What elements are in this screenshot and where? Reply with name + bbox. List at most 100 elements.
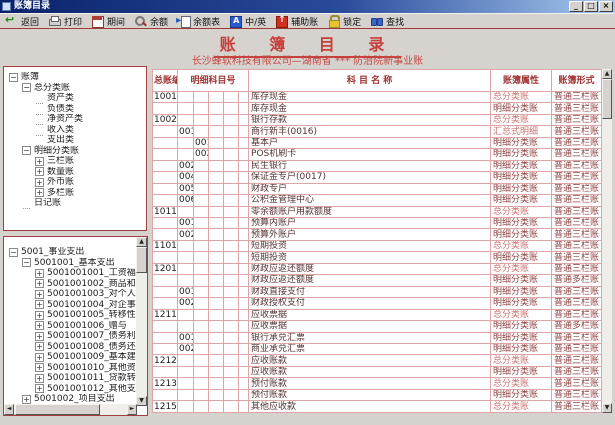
books-tree-item[interactable]: 净资产类 [6, 114, 146, 126]
collapse-box-icon[interactable]: − [9, 72, 18, 82]
expand-box-icon[interactable]: + [35, 384, 44, 394]
expand-box-icon[interactable]: + [35, 321, 44, 331]
table-row[interactable]: 1011 零余额账户用款额度 总分类账 普通三栏账 [152, 205, 603, 219]
books-tree-item[interactable]: 支出类 [6, 135, 146, 147]
table-row[interactable]: 1002 银行存款 总分类账 普通三栏账 [152, 113, 603, 127]
subjects-tree-item[interactable]: +5001001012_其他支出 [6, 384, 147, 395]
subjects-tree-item[interactable]: +5001001006_赠与 [6, 321, 147, 332]
books-tree-item[interactable]: − 明细分类账 [6, 146, 146, 157]
subjects-vertical-scrollbar[interactable]: ▲ ▼ [136, 237, 147, 406]
expand-box-icon[interactable]: + [35, 363, 44, 373]
toolbar-button-balance-sheet[interactable]: 余额表 [176, 14, 220, 28]
expand-box-icon[interactable]: + [22, 394, 31, 404]
expand-box-icon[interactable]: + [35, 279, 44, 289]
scrollbar-thumb[interactable] [15, 404, 100, 415]
expand-box-icon[interactable]: + [35, 188, 44, 198]
books-tree-item[interactable]: + 数量账 [6, 167, 146, 178]
scroll-up-icon[interactable]: ▲ [602, 69, 612, 79]
subjects-tree-item[interactable]: +5001001004_对企事业单 [6, 300, 147, 311]
table-row[interactable]: 1001 库存现金 总分类账 普通三栏账 [152, 90, 603, 104]
books-tree-item[interactable]: 资产类 [6, 93, 146, 105]
table-row[interactable]: 002 财政授权支付明细分类账普通三栏账 [152, 297, 603, 310]
table-row[interactable]: 1215 其他应收款 总分类账 普通三栏账 [152, 400, 603, 413]
expand-box-icon[interactable]: + [35, 300, 44, 310]
subjects-tree-item[interactable]: +5001001003_对个人和家 [6, 289, 147, 300]
subjects-tree-item[interactable]: +5001001001_工资福利支 [6, 268, 147, 279]
table-row[interactable]: 财政应返还额度 明细分类账 普通多栏账 [152, 274, 603, 287]
books-tree-item[interactable]: 日记账 [6, 198, 146, 210]
expand-box-icon[interactable]: + [35, 352, 44, 362]
books-tree-item[interactable]: 收入类 [6, 125, 146, 136]
expand-box-icon[interactable]: + [35, 289, 44, 299]
scrollbar-thumb[interactable] [602, 79, 612, 119]
subjects-horizontal-scrollbar[interactable]: ◄ ► [4, 404, 137, 415]
table-row[interactable]: 短期投资 明细分类账 普通三栏账 [152, 251, 603, 264]
table-row[interactable]: 1213 预付账款 总分类账 普通三栏账 [152, 377, 603, 390]
toolbar-button-language[interactable]: 中/英 [229, 14, 266, 28]
scroll-right-icon[interactable]: ► [127, 404, 137, 415]
table-row[interactable]: 库存现金 明细分类账 普通三栏账 [152, 102, 603, 115]
table-row[interactable]: 002 预算外账户明细分类账普通三栏账 [152, 228, 603, 241]
toolbar-button-print[interactable]: 打印 [48, 14, 82, 28]
table-row[interactable]: 001 商行新丰(0016)汇总式明细普通三栏账 [152, 125, 603, 138]
window-titlebar[interactable]: 账簿目录 _ □ × [0, 0, 615, 13]
minimize-button[interactable]: _ [569, 1, 583, 12]
collapse-box-icon[interactable]: − [9, 247, 18, 257]
expand-box-icon[interactable]: + [35, 310, 44, 320]
table-row[interactable]: 001 银行承兑汇票明细分类账普通三栏账 [152, 331, 603, 344]
expand-box-icon[interactable]: + [35, 268, 44, 278]
expand-box-icon[interactable]: + [35, 331, 44, 341]
table-row[interactable]: 001 财政直接支付明细分类账普通三栏账 [152, 285, 603, 299]
toolbar-button-find[interactable]: 查找 [370, 14, 404, 28]
table-row[interactable]: 1212 应收账款 总分类账 普通三栏账 [152, 354, 603, 367]
subjects-tree-item[interactable]: +5001001010_其他资本性 [6, 363, 147, 374]
maximize-button[interactable]: □ [584, 1, 598, 12]
table-row[interactable]: 001 基本户明细分类账普通三栏账 [152, 136, 603, 150]
table-row[interactable]: 004 保证金专户(0017)明细分类账普通三栏账 [152, 171, 603, 184]
subjects-tree-item[interactable]: −5001001_基本支出 [6, 258, 147, 269]
books-tree-item[interactable]: − 账簿 [6, 72, 146, 83]
collapse-box-icon[interactable]: − [22, 258, 31, 268]
books-tree-item[interactable]: + 三栏账 [6, 156, 146, 167]
table-row[interactable]: 1101 短期投资 总分类账 普通三栏账 [152, 239, 603, 253]
subjects-tree-item[interactable]: −5001_事业支出 [6, 247, 147, 258]
toolbar-button-balance[interactable]: 余额 [134, 14, 168, 28]
table-row[interactable]: 006 公积金管理中心明细分类账普通三栏账 [152, 194, 603, 207]
scroll-down-icon[interactable]: ▼ [602, 403, 612, 413]
subjects-tree-item[interactable]: +5001002_项目支出 [6, 394, 147, 405]
scroll-down-icon[interactable]: ▼ [136, 396, 147, 406]
toolbar-button-back[interactable]: 返回 [5, 13, 39, 28]
books-tree-item[interactable]: + 外币账 [6, 177, 146, 188]
table-row[interactable]: 应收账款 明细分类账 普通三栏账 [152, 365, 603, 379]
table-row[interactable]: 001 预算内账户明细分类账普通三栏账 [152, 216, 603, 230]
subjects-tree-item[interactable]: +5001001008_债务还本支 [6, 342, 147, 353]
close-button[interactable]: × [599, 1, 613, 12]
table-row[interactable]: 005 财政专户明细分类账普通三栏账 [152, 182, 603, 196]
table-row[interactable]: 应收票据 明细分类账 普通多栏账 [152, 320, 603, 333]
toolbar-button-period[interactable]: 期间 [91, 14, 125, 28]
books-tree-item[interactable]: 负债类 [6, 104, 146, 115]
expand-box-icon[interactable]: + [35, 342, 44, 352]
toolbar-button-aux-ledger[interactable]: 辅助账 [275, 14, 318, 28]
expand-box-icon[interactable]: + [35, 373, 44, 383]
table-vertical-scrollbar[interactable]: ▲ ▼ [602, 69, 612, 413]
table-row[interactable]: 002 POS机刷卡明细分类账普通三栏账 [152, 148, 603, 161]
expand-box-icon[interactable]: + [35, 156, 44, 166]
scrollbar-thumb[interactable] [136, 247, 147, 273]
subjects-tree-item[interactable]: +5001001007_债务利息支 [6, 331, 147, 342]
collapse-box-icon[interactable]: − [22, 146, 31, 156]
table-row[interactable]: 1201 财政应返还额度 总分类账 普通三栏账 [152, 262, 603, 276]
expand-box-icon[interactable]: + [35, 177, 44, 187]
books-tree-item[interactable]: − 总分类账 [6, 83, 146, 94]
subjects-tree-item[interactable]: +5001001002_商品和服务 [6, 279, 147, 290]
table-row[interactable]: 002 民生银行明细分类账普通三栏账 [152, 159, 603, 173]
table-row[interactable]: 002 商业承兑汇票明细分类账普通三栏账 [152, 342, 603, 356]
table-row[interactable]: 1211 应收票据 总分类账 普通三栏账 [152, 308, 603, 322]
expand-box-icon[interactable]: + [35, 167, 44, 177]
subjects-tree-item[interactable]: +5001001011_贷款转贷及 [6, 373, 147, 384]
subjects-tree-item[interactable]: +5001001009_基本建设支 [6, 352, 147, 363]
table-row[interactable]: 预付账款 明细分类账 普通三栏账 [152, 388, 603, 402]
scroll-up-icon[interactable]: ▲ [136, 237, 147, 247]
collapse-box-icon[interactable]: − [22, 83, 31, 93]
subjects-tree-item[interactable]: +5001001005_转移性支出 [6, 310, 147, 321]
